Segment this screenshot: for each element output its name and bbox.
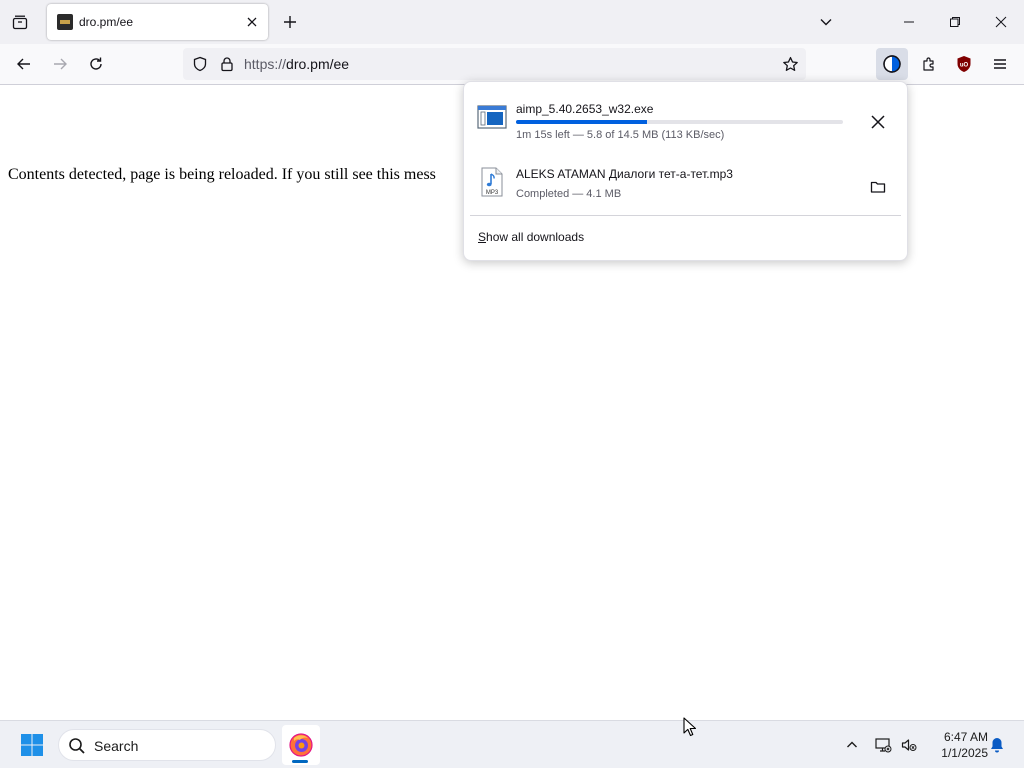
minimize-button[interactable]	[886, 0, 932, 44]
close-icon	[247, 17, 257, 27]
new-tab-button[interactable]	[276, 8, 304, 36]
chevron-up-icon	[847, 741, 857, 748]
notification-center-button[interactable]	[983, 731, 1011, 759]
tab-close-button[interactable]	[240, 10, 264, 34]
tab-title: dro.pm/ee	[79, 15, 134, 29]
download-progress-fill	[516, 120, 647, 124]
mp3-file-icon: MP3	[481, 167, 503, 197]
download-progress-bar	[516, 120, 843, 124]
downloads-separator	[470, 215, 901, 216]
show-all-downloads-button[interactable]: Show all downloads	[478, 230, 584, 244]
arrow-right-icon	[54, 58, 67, 70]
start-button[interactable]	[14, 729, 50, 761]
url-text: https://dro.pm/ee	[244, 56, 349, 72]
firefox-view-button[interactable]	[6, 8, 34, 36]
restore-icon	[950, 17, 960, 27]
firefox-taskbar-button[interactable]	[282, 725, 320, 765]
windows-taskbar: Search 6:47 AM 1/1/2025	[0, 720, 1024, 768]
downloads-panel: aimp_5.40.2653_w32.exe 1m 15s left — 5.8…	[463, 81, 908, 261]
volume-button[interactable]	[895, 731, 923, 759]
ublock-shield-icon: uO	[957, 56, 971, 72]
firefox-view-icon	[12, 15, 28, 30]
star-icon	[782, 56, 798, 71]
url-host: dro.pm/ee	[286, 56, 350, 72]
lock-icon[interactable]	[216, 53, 238, 75]
mp3-icon-label: MP3	[486, 190, 499, 196]
address-bar[interactable]: https://dro.pm/ee	[183, 48, 806, 80]
site-favicon-icon	[57, 14, 73, 30]
chevron-down-icon	[820, 19, 832, 26]
download-filename: ALEKS ATAMAN Диалоги тет-а-тет.mp3	[516, 167, 733, 181]
download-item-in-progress[interactable]: aimp_5.40.2653_w32.exe 1m 15s left — 5.8…	[470, 92, 902, 150]
download-progress-icon	[883, 55, 901, 73]
bookmark-star-button[interactable]	[778, 52, 802, 76]
tab-strip: dro.pm/ee	[0, 0, 1024, 44]
folder-icon	[870, 181, 886, 193]
list-all-tabs-button[interactable]	[812, 8, 840, 36]
taskbar-search-box[interactable]: Search	[58, 729, 276, 761]
show-all-label: how all downloads	[486, 230, 585, 244]
svg-text:uO: uO	[960, 63, 969, 69]
exe-file-icon	[477, 105, 507, 129]
downloads-button[interactable]	[876, 48, 908, 80]
network-monitor-icon	[875, 738, 892, 753]
restore-button[interactable]	[932, 0, 978, 44]
back-button[interactable]	[9, 49, 39, 79]
close-icon	[995, 16, 1007, 28]
network-status-button[interactable]	[869, 731, 897, 759]
app-menu-button[interactable]	[986, 50, 1014, 78]
search-label: Search	[94, 738, 139, 754]
download-status: 1m 15s left — 5.8 of 14.5 MB (113 KB/sec…	[516, 129, 725, 141]
hamburger-menu-icon	[994, 59, 1006, 69]
windows-logo-icon	[21, 734, 43, 756]
show-in-folder-button[interactable]	[864, 173, 892, 201]
download-status: Completed — 4.1 MB	[516, 188, 622, 200]
navigation-toolbar: https://dro.pm/ee uO	[0, 44, 1024, 85]
firefox-logo-icon	[289, 733, 313, 757]
show-hidden-icons-button[interactable]	[838, 731, 866, 759]
active-tab[interactable]: dro.pm/ee	[47, 4, 268, 40]
forward-button[interactable]	[45, 49, 75, 79]
clock-date: 1/1/2025	[941, 746, 988, 760]
minimize-icon	[904, 21, 914, 23]
page-reload-message: Contents detected, page is being reloade…	[8, 166, 436, 183]
running-indicator	[292, 760, 308, 763]
show-all-accesskey: S	[478, 230, 487, 244]
reload-button[interactable]	[81, 49, 111, 79]
url-scheme: https://	[244, 56, 287, 72]
tracking-protection-shield-icon[interactable]	[189, 53, 211, 75]
ublock-origin-button[interactable]: uO	[950, 50, 978, 78]
search-icon	[67, 736, 87, 756]
speaker-muted-icon	[901, 739, 917, 751]
cancel-download-button[interactable]	[864, 108, 892, 136]
extensions-button[interactable]	[915, 50, 943, 78]
bell-icon	[991, 738, 1003, 753]
system-clock[interactable]: 6:47 AM 1/1/2025	[924, 729, 988, 761]
arrow-left-icon	[17, 58, 30, 70]
mouse-cursor-icon	[683, 717, 697, 737]
close-window-button[interactable]	[978, 0, 1024, 44]
download-filename: aimp_5.40.2653_w32.exe	[516, 102, 654, 116]
puzzle-piece-icon	[923, 57, 934, 71]
plus-icon	[284, 16, 296, 28]
cancel-icon	[871, 115, 885, 129]
download-item-completed[interactable]: MP3 ALEKS ATAMAN Диалоги тет-а-тет.mp3 C…	[470, 157, 902, 215]
clock-time: 6:47 AM	[943, 730, 988, 744]
reload-icon	[90, 57, 102, 70]
